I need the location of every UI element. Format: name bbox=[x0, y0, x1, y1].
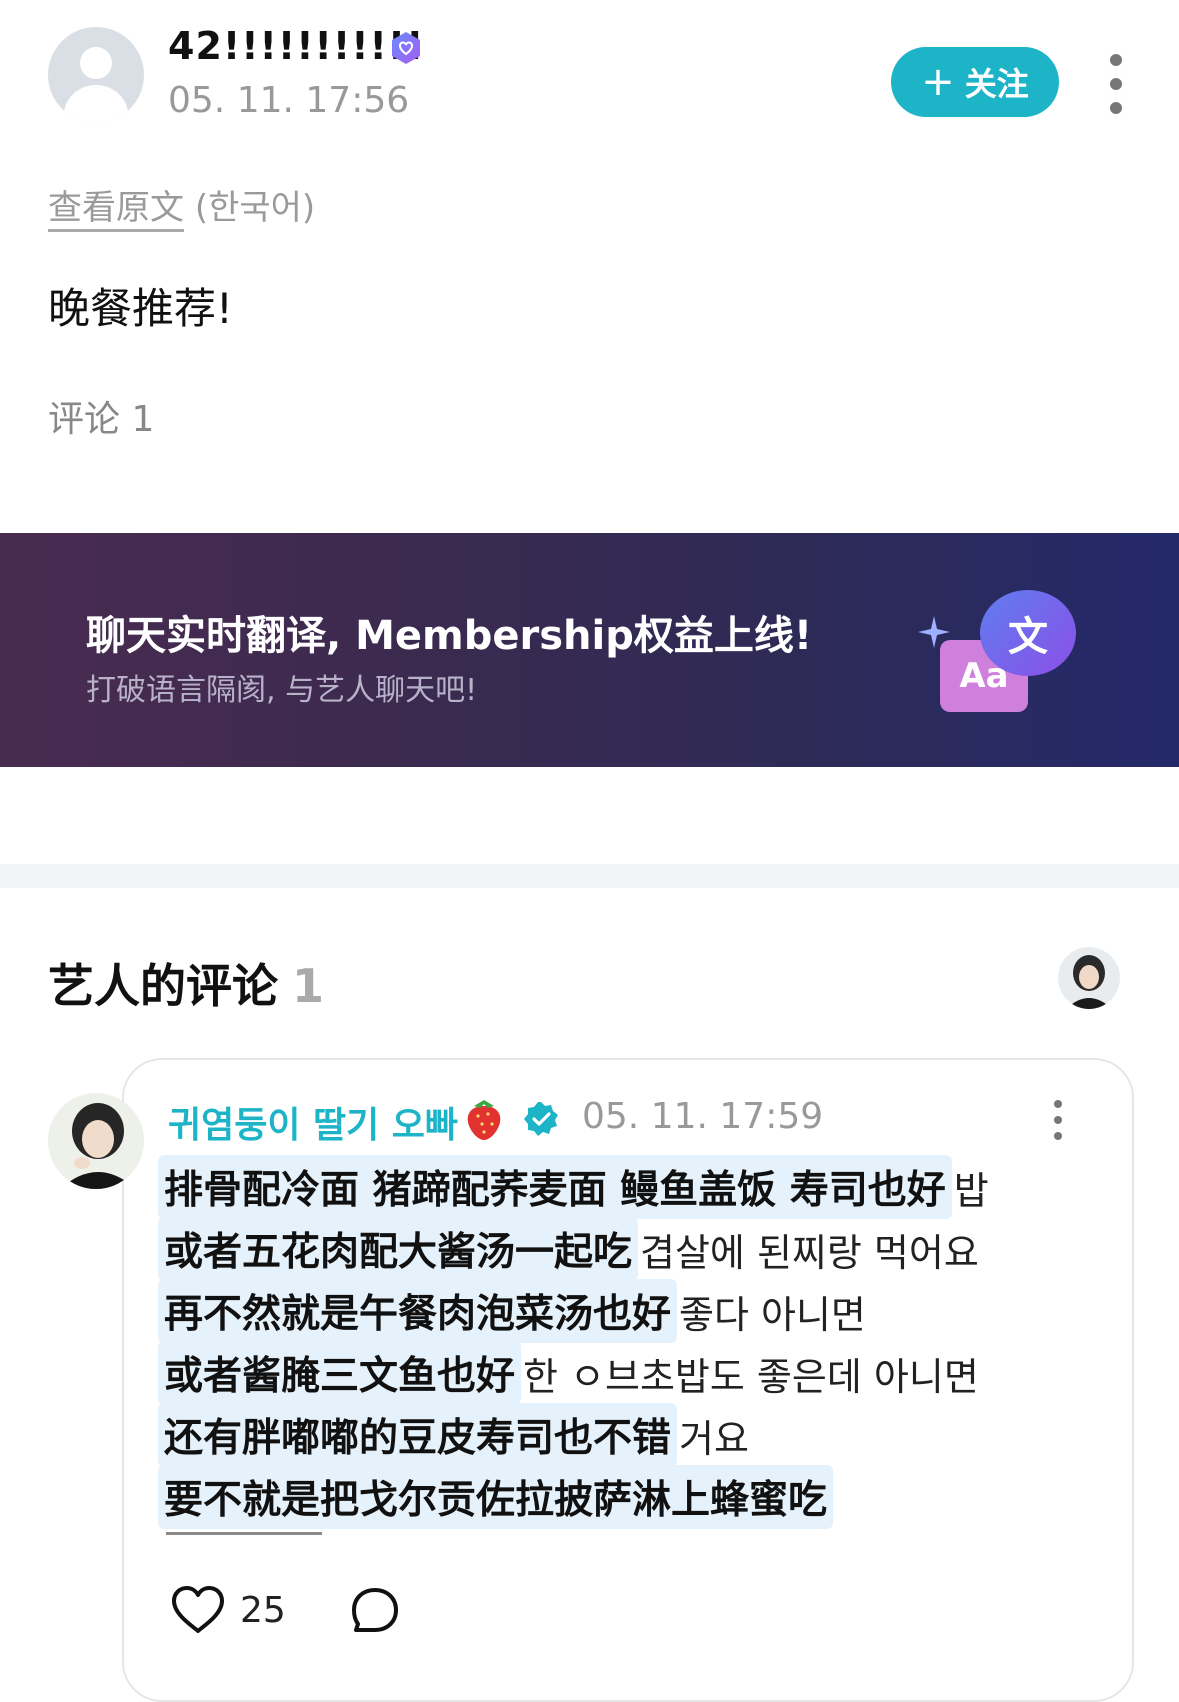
text-underline bbox=[166, 1532, 322, 1535]
comment-label: 评论 bbox=[48, 399, 121, 440]
artist-comments-title: 艺人的评论 1 bbox=[48, 950, 324, 1016]
avatar-body-shape bbox=[64, 85, 128, 123]
original-language: (한국어) bbox=[194, 188, 316, 228]
comment-text: 排骨配冷面 猪蹄配荞麦面 鳗鱼盖饭 寿司也好 밥 或者五花肉配大酱汤一起吃 겹살에 … bbox=[158, 1155, 1078, 1529]
comment-line: 排骨配冷面 猪蹄配荞麦面 鳗鱼盖饭 寿司也好 밥 bbox=[158, 1155, 1078, 1219]
comment-more-icon[interactable] bbox=[1051, 1100, 1065, 1140]
post-body: 晚餐推荐! bbox=[48, 284, 233, 333]
original-text: 좋다 아니면 bbox=[679, 1292, 866, 1337]
comment-author-name[interactable]: 귀염둥이 딸기 오빠 bbox=[168, 1096, 458, 1148]
translated-text: 再不然就是午餐肉泡菜汤也好 bbox=[158, 1279, 678, 1343]
author-avatar[interactable] bbox=[48, 27, 144, 123]
comment-author-avatar[interactable] bbox=[48, 1093, 144, 1189]
original-text: 거요 bbox=[679, 1416, 749, 1461]
translated-text: 要不就是把戈尔贡佐拉披萨淋上蜂蜜吃 bbox=[158, 1465, 834, 1529]
translated-text: 还有胖嘟嘟的豆皮寿司也不错 bbox=[158, 1403, 678, 1467]
comment-line: 还有胖嘟嘟的豆皮寿司也不错 거요 bbox=[158, 1403, 1078, 1467]
comment-date: 05. 11. 17:59 bbox=[582, 1096, 824, 1137]
view-original-link[interactable]: 查看原文 bbox=[48, 188, 184, 228]
comment-line: 再不然就是午餐肉泡菜汤也好 좋다 아니면 bbox=[158, 1279, 1078, 1343]
view-original-row: 查看原文 (한국어) bbox=[48, 180, 315, 229]
heart-icon[interactable] bbox=[170, 1585, 226, 1635]
avatar-head-shape bbox=[80, 47, 112, 79]
comment-line: 要不就是把戈尔贡佐拉披萨淋上蜂蜜吃 bbox=[158, 1465, 1078, 1529]
comment-count-value: 1 bbox=[131, 399, 155, 440]
plus-icon: + bbox=[921, 59, 955, 105]
original-text: 겹살에 된찌랑 먹어요 bbox=[640, 1230, 979, 1275]
artist-verified-icon bbox=[524, 1102, 558, 1136]
verified-badge-icon bbox=[392, 32, 420, 64]
translated-text: 或者五花肉配大酱汤一起吃 bbox=[158, 1217, 639, 1281]
translated-text: 或者酱腌三文鱼也好 bbox=[158, 1341, 522, 1405]
original-text: 밥 bbox=[953, 1168, 989, 1213]
original-text: 한 ㅇ브초밥도 좋은데 아니면 bbox=[523, 1354, 979, 1399]
comment-line: 或者酱腌三文鱼也好 한 ㅇ브초밥도 좋은데 아니면 bbox=[158, 1341, 1078, 1405]
translated-text: 排骨配冷面 猪蹄配荞麦面 鳗鱼盖饭 寿司也好 bbox=[158, 1155, 952, 1219]
banner-subtitle: 打破语言隔阂, 与艺人聊天吧! bbox=[86, 673, 478, 708]
comment-line: 或者五花肉配大酱汤一起吃 겹살에 된찌랑 먹어요 bbox=[158, 1217, 1078, 1281]
translate-wen-icon: 文 bbox=[980, 590, 1076, 676]
banner-title: 聊天实时翻译, Membership权益上线! bbox=[86, 613, 813, 659]
follow-button[interactable]: + 关注 bbox=[891, 47, 1059, 117]
more-options-icon[interactable] bbox=[1104, 54, 1128, 114]
strawberry-icon bbox=[467, 1100, 501, 1140]
artist-comments-label: 艺人的评论 bbox=[48, 959, 278, 1013]
artist-filter-avatar[interactable] bbox=[1058, 947, 1120, 1009]
author-name[interactable]: 42!!!!!!!!!!! bbox=[168, 24, 425, 68]
post-date: 05. 11. 17:56 bbox=[168, 80, 410, 121]
follow-label: 关注 bbox=[964, 65, 1029, 103]
like-count: 25 bbox=[240, 1590, 286, 1631]
comment-count[interactable]: 评论 1 bbox=[48, 390, 154, 442]
section-divider bbox=[0, 864, 1179, 888]
reply-bubble-icon[interactable] bbox=[350, 1586, 400, 1636]
artist-comments-count: 1 bbox=[292, 959, 325, 1013]
